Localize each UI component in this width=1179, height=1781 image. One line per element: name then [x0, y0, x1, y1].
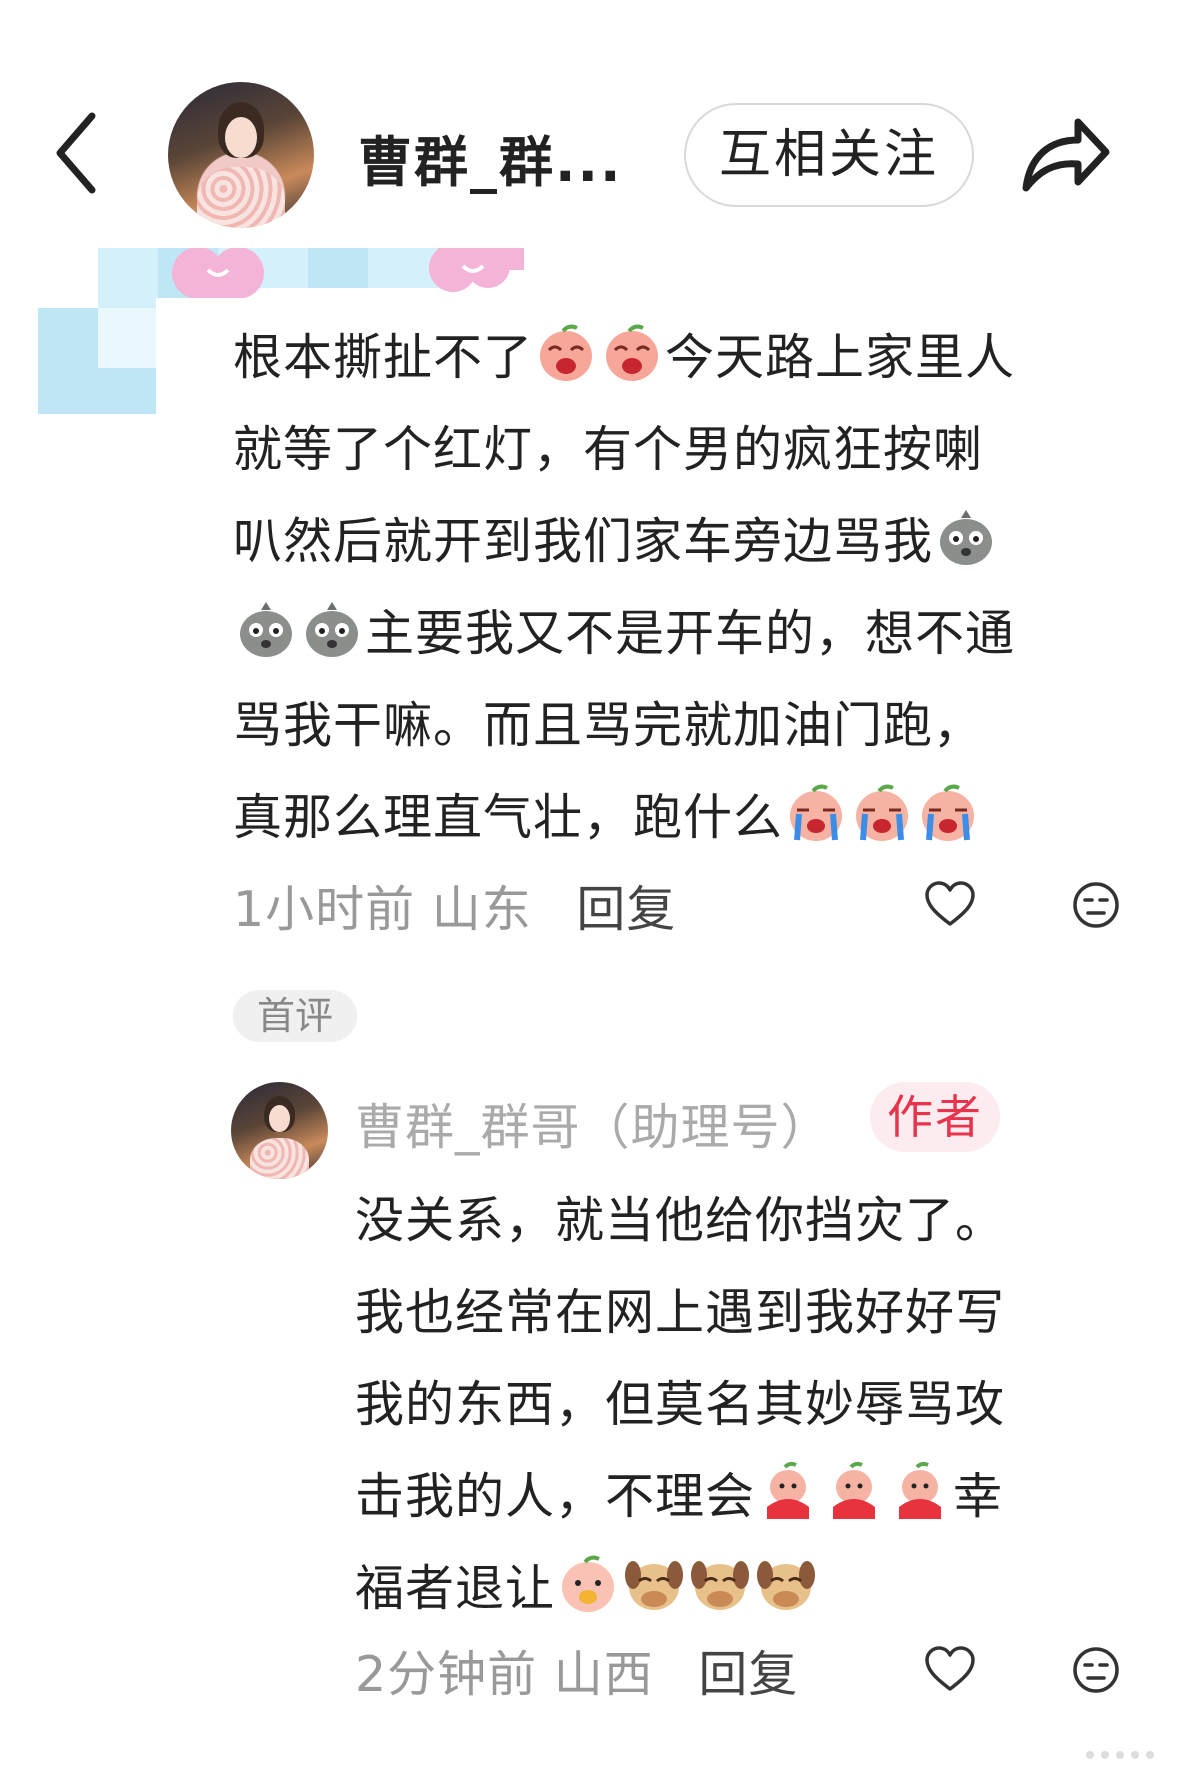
dislike-face-icon[interactable] [1071, 880, 1121, 930]
text-line: 骂我干嘛。而且骂完就加油门跑， [233, 680, 1133, 772]
share-icon[interactable] [1020, 112, 1112, 194]
gray-bag-emoji [235, 598, 297, 660]
author-badge: 作者 [870, 1082, 1000, 1152]
text-line: 击我的人，不理会 幸 [355, 1451, 1155, 1543]
text-segment: 叭然后就开到我们家车旁边骂我 [233, 513, 934, 570]
text-segment: 我也经常在网上遇到我好好写 [355, 1284, 1006, 1341]
peach-tears-emoji [917, 782, 979, 844]
text-segment: 骂我干嘛。而且骂完就加油门跑， [233, 697, 984, 754]
peach-cry-emoji [601, 322, 663, 384]
dog-cover-emoji [623, 1553, 685, 1615]
text-line: 叭然后就开到我们家车旁边骂我 [233, 496, 1133, 588]
gray-bag-emoji [301, 598, 363, 660]
peach-cry-emoji [535, 322, 597, 384]
comment-text: 根本撕扯不了 今天路上家里人就等了个红灯，有个男的疯狂按喇 叭然后就开到我们家车旁边… [233, 312, 1133, 864]
gray-bag-emoji [935, 506, 997, 568]
like-heart-icon[interactable] [924, 880, 976, 928]
reply-location: 山西 [553, 1646, 654, 1703]
reply-avatar[interactable] [231, 1082, 328, 1179]
comment-time: 1小时前 [233, 881, 416, 938]
dog-cover-emoji [689, 1553, 751, 1615]
reply-time: 2分钟前 [355, 1646, 538, 1703]
text-line: 我也经常在网上遇到我好好写 [355, 1267, 1155, 1359]
text-segment: 今天路上家里人 [665, 329, 1016, 386]
like-heart-icon[interactable] [924, 1645, 976, 1693]
top-bar: 曹群_群... 互相关注 [0, 0, 1179, 230]
reply-author-name[interactable]: 曹群_群哥（助理号） [355, 1088, 831, 1159]
text-segment: 击我的人，不理会 [355, 1468, 756, 1525]
dislike-face-icon[interactable] [1071, 1645, 1121, 1695]
text-line: 根本撕扯不了 今天路上家里人 [233, 312, 1133, 404]
reply-text: 没关系，就当他给你挡灾了。 我也经常在网上遇到我好好写 我的东西，但莫名其妙辱骂攻击… [355, 1175, 1155, 1635]
text-segment: 幸 [953, 1468, 1004, 1525]
text-line: 没关系，就当他给你挡灾了。 [355, 1175, 1155, 1267]
back-arrow-icon[interactable] [48, 108, 108, 198]
peach-tears-emoji [785, 782, 847, 844]
mutual-follow-button[interactable]: 互相关注 [684, 103, 974, 207]
text-segment: 主要我又不是开车的，想不通 [365, 605, 1016, 662]
text-line: 福者退让 [355, 1543, 1155, 1635]
text-line: 真那么理直气壮，跑什么 [233, 772, 1133, 864]
text-line: 我的东西，但莫名其妙辱骂攻 [355, 1359, 1155, 1451]
comment-meta: 1小时前 山东 回复 [233, 870, 676, 941]
text-segment: 福者退让 [355, 1560, 556, 1617]
peach-red-emoji [889, 1461, 951, 1523]
peach-red-emoji [757, 1461, 819, 1523]
comment-location: 山东 [431, 881, 532, 938]
peach-red-emoji [823, 1461, 885, 1523]
first-comment-badge: 首评 [233, 990, 357, 1042]
peach-tears-emoji [851, 782, 913, 844]
text-segment: 真那么理直气壮，跑什么 [233, 789, 784, 846]
text-line: 就等了个红灯，有个男的疯狂按喇 [233, 404, 1133, 496]
text-segment: 根本撕扯不了 [233, 329, 534, 386]
reply-meta: 2分钟前 山西 回复 [355, 1635, 798, 1706]
dog-cover-emoji [755, 1553, 817, 1615]
author-name[interactable]: 曹群_群... [358, 118, 623, 197]
text-segment: 没关系，就当他给你挡灾了。 [355, 1192, 1006, 1249]
text-segment: 就等了个红灯，有个男的疯狂按喇 [233, 421, 984, 478]
peach-eat-emoji [557, 1553, 619, 1615]
comment-reply-button[interactable]: 回复 [576, 881, 676, 938]
text-line: 主要我又不是开车的，想不通 [233, 588, 1133, 680]
watermark-dots [1086, 1751, 1154, 1759]
reply-reply-button[interactable]: 回复 [698, 1646, 798, 1703]
author-avatar[interactable] [168, 82, 314, 228]
text-segment: 我的东西，但莫名其妙辱骂攻 [355, 1376, 1006, 1433]
